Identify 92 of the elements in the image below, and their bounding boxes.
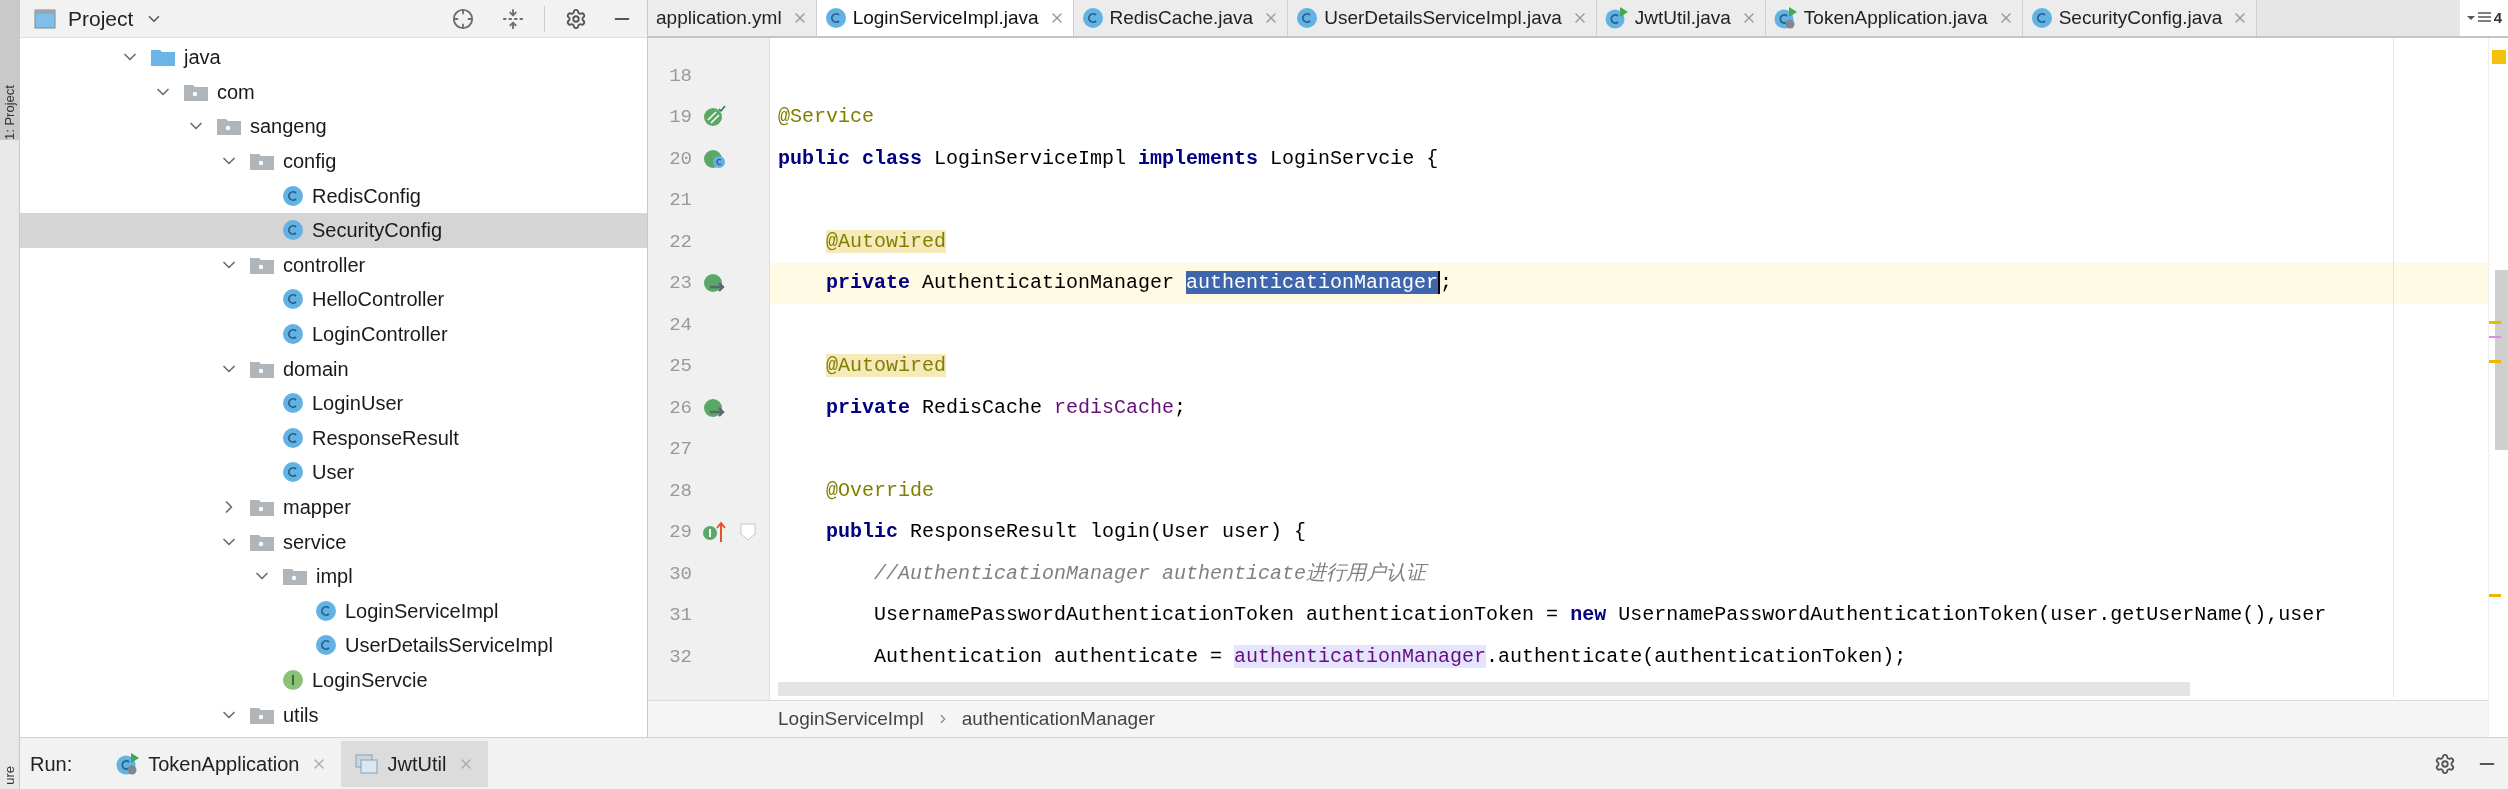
tree-item[interactable]: UserDetailsServiceImpl bbox=[20, 628, 647, 663]
locate-icon[interactable] bbox=[452, 7, 474, 30]
tree-item[interactable]: LoginController bbox=[20, 316, 647, 352]
line-number: 30 bbox=[668, 561, 692, 587]
tree-item[interactable]: domain bbox=[20, 351, 647, 386]
breadcrumb-item[interactable]: LoginServiceImpl bbox=[778, 704, 924, 733]
class-icon bbox=[315, 599, 337, 622]
class-icon bbox=[282, 219, 304, 242]
line-number: 26 bbox=[668, 395, 692, 421]
editor-tab[interactable]: JwtUtil.java bbox=[1596, 0, 1766, 36]
code-line: //AuthenticationManager authenticate进行用户认证 bbox=[873, 561, 1427, 586]
line-number: 27 bbox=[668, 437, 692, 462]
line-number: 23 bbox=[668, 271, 692, 296]
tree-item[interactable]: LoginServiceImpl bbox=[20, 593, 647, 629]
line-number: 24 bbox=[668, 312, 692, 338]
tree-item[interactable]: LoginServcie bbox=[20, 662, 647, 698]
implemented-arrow-icon bbox=[702, 520, 726, 545]
panel-title[interactable]: Project bbox=[68, 2, 134, 35]
class-icon bbox=[282, 323, 304, 346]
fold-marker-icon[interactable] bbox=[740, 523, 756, 542]
tree-item[interactable]: config bbox=[20, 143, 647, 179]
code-line: @Service bbox=[778, 105, 874, 130]
editor-tab[interactable]: SecurityConfig.java bbox=[2022, 0, 2258, 36]
editor-tab[interactable]: UserDetailsServiceImpl.java bbox=[1288, 0, 1597, 36]
collapse-all-icon[interactable] bbox=[502, 7, 524, 30]
tree-item[interactable]: java bbox=[20, 40, 647, 75]
folder-icon bbox=[282, 566, 308, 587]
tree-item[interactable]: User bbox=[20, 455, 647, 490]
folder-icon bbox=[249, 151, 275, 172]
class-icon bbox=[282, 426, 304, 449]
horizontal-scrollbar[interactable] bbox=[778, 681, 2190, 696]
class-icon bbox=[1296, 7, 1319, 29]
line-number: 25 bbox=[668, 354, 692, 379]
code-line: @Override bbox=[825, 478, 935, 503]
editor-tab[interactable]: LoginServiceImpl.java bbox=[816, 0, 1074, 36]
editor-tab[interactable]: RedisCache.java bbox=[1073, 0, 1289, 36]
tab-overflow-button[interactable]: 4 bbox=[2459, 0, 2508, 36]
settings-icon[interactable] bbox=[565, 7, 587, 30]
tree-item[interactable]: RedisConfig bbox=[20, 178, 647, 213]
tree-item[interactable]: mapper bbox=[20, 489, 647, 525]
structure-tool-tab[interactable]: ure bbox=[0, 766, 20, 785]
code-line: private RedisCache redisCache; bbox=[825, 395, 1187, 420]
tree-item[interactable]: utils bbox=[20, 697, 647, 732]
folder-icon bbox=[150, 47, 176, 68]
code-line: public class LoginServiceImpl implements LoginServcie { bbox=[778, 146, 1439, 171]
line-number: 20 bbox=[668, 146, 692, 172]
app-run-icon bbox=[116, 751, 141, 776]
tree-item[interactable]: LoginUser bbox=[20, 385, 647, 421]
code-line: UsernamePasswordAuthenticationToken authenticationToken = new UsernamePasswordAuthenticationToken(user.getUserName(),user bbox=[873, 603, 2327, 628]
folder-icon bbox=[249, 497, 275, 517]
code-line: private AuthenticationManager authenticationManager; bbox=[825, 271, 1453, 296]
line-number: 22 bbox=[668, 229, 692, 255]
code-line: public ResponseResult login(User user) { bbox=[825, 520, 1307, 545]
line-number: 21 bbox=[668, 188, 692, 213]
project-window-icon bbox=[34, 8, 56, 29]
class-icon bbox=[282, 392, 304, 415]
editor-tab[interactable]: application.yml bbox=[648, 0, 817, 36]
tree-item[interactable]: service bbox=[20, 524, 647, 559]
class-icon bbox=[2030, 7, 2053, 29]
settings-icon[interactable] bbox=[2434, 752, 2456, 775]
run-tab[interactable]: JwtUtil bbox=[341, 740, 489, 787]
run-tab[interactable]: TokenApplication bbox=[102, 740, 342, 787]
class-run-icon bbox=[1604, 6, 1629, 30]
breadcrumb-item[interactable]: authenticationManager bbox=[961, 704, 1156, 733]
window-icon bbox=[355, 752, 380, 775]
tree-item[interactable]: HelloController bbox=[20, 282, 647, 317]
line-number: 28 bbox=[668, 478, 692, 504]
tree-item[interactable]: com bbox=[20, 74, 647, 110]
line-number: 31 bbox=[668, 603, 692, 628]
class-icon bbox=[824, 7, 847, 29]
run-label: Run: bbox=[30, 751, 73, 777]
app-run-icon bbox=[1773, 6, 1798, 30]
tree-item[interactable]: sangeng bbox=[20, 109, 647, 144]
vertical-scrollbar[interactable] bbox=[2495, 270, 2508, 450]
editor-tab[interactable]: TokenApplication.java bbox=[1765, 0, 2023, 36]
tree-item[interactable]: SecurityConfig bbox=[20, 212, 647, 248]
class-icon bbox=[1081, 7, 1104, 29]
class-icon bbox=[282, 461, 304, 484]
class-icon bbox=[282, 184, 304, 207]
code-line: Authentication authenticate = authenticationManager.authenticate(authenticationToken); bbox=[873, 644, 1907, 669]
tree-item[interactable]: ResponseResult bbox=[20, 420, 647, 456]
interface-icon bbox=[282, 669, 304, 691]
tree-item[interactable]: impl bbox=[20, 558, 647, 594]
tab-list-icon bbox=[2465, 11, 2492, 25]
line-number: 18 bbox=[668, 63, 692, 89]
class-icon bbox=[282, 288, 304, 311]
line-number: 29 bbox=[668, 520, 692, 545]
folder-icon bbox=[216, 116, 242, 137]
tree-item[interactable]: controller bbox=[20, 247, 647, 283]
line-number: 19 bbox=[668, 105, 692, 130]
class-icon bbox=[315, 634, 337, 657]
line-number: 32 bbox=[668, 644, 692, 670]
